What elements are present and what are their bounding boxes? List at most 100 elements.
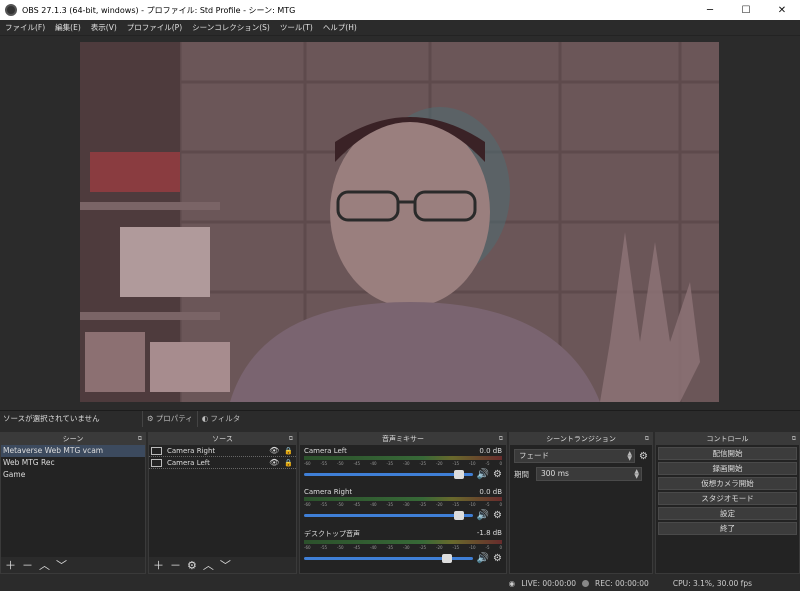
gear-icon[interactable]: ⚙ xyxy=(493,510,502,521)
start-recording-button[interactable]: 録画開始 xyxy=(658,462,797,475)
menu-view[interactable]: 表示(V) xyxy=(86,22,122,33)
filter-icon: ◐ xyxy=(201,414,209,423)
controls-title-label: コントロール xyxy=(706,435,749,443)
scenes-title-label: シーン xyxy=(62,435,84,443)
remove-icon[interactable]: － xyxy=(170,557,181,573)
fader-knob[interactable] xyxy=(442,554,453,563)
studio-mode-button[interactable]: スタジオモード xyxy=(658,492,797,505)
meter-tick: -15 xyxy=(452,502,460,507)
meter-tick: -5 xyxy=(485,545,490,550)
menu-edit[interactable]: 編集(E) xyxy=(50,22,86,33)
source-item[interactable]: Camera Left 👁 🔒 xyxy=(149,457,296,469)
gear-icon: ⚙ xyxy=(147,414,154,423)
sources-footer: ＋ － ⚙ ︿ ﹀ xyxy=(149,557,296,573)
menu-profile[interactable]: プロファイル(P) xyxy=(122,22,187,33)
maximize-button[interactable]: ☐ xyxy=(728,0,764,20)
meter-tick: -40 xyxy=(370,461,377,466)
undock-icon[interactable]: ⧉ xyxy=(138,433,142,445)
meter-ticks: -60 -55 -50 -45 -40 -35 -30 -25 -20 -15 -10 -5 0 xyxy=(304,545,502,550)
undock-icon[interactable]: ⧉ xyxy=(792,433,796,445)
menu-help[interactable]: ヘルプ(H) xyxy=(318,22,362,33)
meter-ticks: -60 -55 -50 -45 -40 -35 -30 -25 -20 -15 -10 -5 0 xyxy=(304,502,502,507)
meter-tick: -60 xyxy=(304,461,311,466)
title-bar: OBS 27.1.3 (64-bit, windows) - プロファイル: S… xyxy=(0,0,800,20)
volume-fader[interactable] xyxy=(304,511,473,520)
undock-icon[interactable]: ⧉ xyxy=(645,433,649,445)
add-icon[interactable]: ＋ xyxy=(153,557,164,573)
meter-tick: -30 xyxy=(403,461,410,466)
fader-knob[interactable] xyxy=(454,470,465,479)
close-button[interactable]: ✕ xyxy=(764,0,800,20)
window-title: OBS 27.1.3 (64-bit, windows) - プロファイル: S… xyxy=(22,5,296,15)
meter-tick: -50 xyxy=(337,502,344,507)
scene-transitions-dock: シーントランジション ⧉ フェード ▲ ▼ ⚙ 期間 300 ms ▲ ▼ xyxy=(509,432,653,574)
move-up-icon[interactable]: ︿ xyxy=(203,557,214,573)
scenes-dock: シーン ⧉ Metaverse Web MTG vcam Web MTG Rec… xyxy=(0,432,146,574)
remove-icon[interactable]: － xyxy=(22,557,33,573)
filters-button[interactable]: ◐ フィルタ xyxy=(196,410,244,427)
speaker-icon[interactable]: 🔊 xyxy=(477,553,489,564)
add-icon[interactable]: ＋ xyxy=(5,557,16,573)
menu-scene-collection[interactable]: シーンコレクション(S) xyxy=(187,22,275,33)
meter-tick: -15 xyxy=(452,461,460,466)
undock-icon[interactable]: ⧉ xyxy=(499,433,503,445)
volume-meter xyxy=(304,540,502,544)
controls-title: コントロール ⧉ xyxy=(656,433,799,445)
duration-spinbox[interactable]: 300 ms ▲ ▼ xyxy=(536,467,642,481)
duration-label: 期間 xyxy=(514,469,529,479)
start-virtual-camera-button[interactable]: 仮想カメラ開始 xyxy=(658,477,797,490)
meter-tick: -30 xyxy=(403,545,410,550)
fader-knob[interactable] xyxy=(454,511,465,520)
lock-icon[interactable]: 🔒 xyxy=(284,447,293,455)
no-source-selected-label: ソースが選択されていません xyxy=(3,414,100,423)
eye-icon[interactable]: 👁 xyxy=(269,446,279,455)
exit-button[interactable]: 終了 xyxy=(658,522,797,535)
rec-timer: REC: 00:00:00 xyxy=(595,578,649,588)
volume-fader[interactable] xyxy=(304,470,473,479)
menu-file[interactable]: ファイル(F) xyxy=(0,22,50,33)
camera-icon xyxy=(151,446,162,455)
meter-tick: -25 xyxy=(419,461,427,466)
gear-icon[interactable]: ⚙ xyxy=(187,559,197,572)
start-streaming-button[interactable]: 配信開始 xyxy=(658,447,797,460)
transition-select[interactable]: フェード ▲ ▼ xyxy=(514,449,636,463)
meter-tick: -20 xyxy=(436,461,443,466)
speaker-icon[interactable]: 🔊 xyxy=(477,469,489,480)
menu-tools[interactable]: ツール(T) xyxy=(275,22,318,33)
meter-tick: -20 xyxy=(436,545,443,550)
scenes-title: シーン ⧉ xyxy=(1,433,145,445)
properties-button[interactable]: ⚙ プロパティ xyxy=(142,410,197,427)
preview-canvas[interactable] xyxy=(80,42,719,402)
speaker-icon[interactable]: 🔊 xyxy=(477,510,489,521)
sources-title: ソース ⧉ xyxy=(149,433,296,445)
minimize-button[interactable]: ─ xyxy=(692,0,728,20)
cpu-stats: CPU: 3.1%, 30.00 fps xyxy=(672,578,752,588)
move-up-icon[interactable]: ︿ xyxy=(39,557,50,573)
undock-icon[interactable]: ⧉ xyxy=(289,433,293,445)
volume-fader[interactable] xyxy=(304,554,473,563)
source-item[interactable]: Camera Right 👁 🔒 xyxy=(149,445,296,457)
gear-icon[interactable]: ⚙ xyxy=(493,469,502,480)
meter-tick: -55 xyxy=(320,502,328,507)
menu-bar: ファイル(F) 編集(E) 表示(V) プロファイル(P) シーンコレクション(… xyxy=(0,20,800,36)
channel-db: -1.8 dB xyxy=(476,529,502,537)
eye-icon[interactable]: 👁 xyxy=(269,458,279,467)
meter-tick: -25 xyxy=(419,502,427,507)
mixer-title-label: 音声ミキサー xyxy=(382,435,424,443)
meter-tick: -20 xyxy=(436,502,443,507)
gear-icon[interactable]: ⚙ xyxy=(493,553,502,564)
lock-icon[interactable]: 🔒 xyxy=(284,459,293,467)
scene-item[interactable]: Game xyxy=(1,469,145,481)
obs-logo-icon xyxy=(5,4,17,16)
scene-item[interactable]: Metaverse Web MTG vcam xyxy=(1,445,145,457)
status-bar: ◉ LIVE: 00:00:00 REC: 00:00:00 CPU: 3.1%… xyxy=(0,575,800,591)
meter-tick: -40 xyxy=(370,545,377,550)
meter-tick: -40 xyxy=(370,502,377,507)
scene-item[interactable]: Web MTG Rec xyxy=(1,457,145,469)
settings-button[interactable]: 設定 xyxy=(658,507,797,520)
meter-tick: 0 xyxy=(499,502,502,507)
move-down-icon[interactable]: ﹀ xyxy=(56,557,67,573)
move-down-icon[interactable]: ﹀ xyxy=(220,557,231,573)
source-label: Camera Left xyxy=(167,458,210,467)
gear-icon[interactable]: ⚙ xyxy=(639,451,648,462)
